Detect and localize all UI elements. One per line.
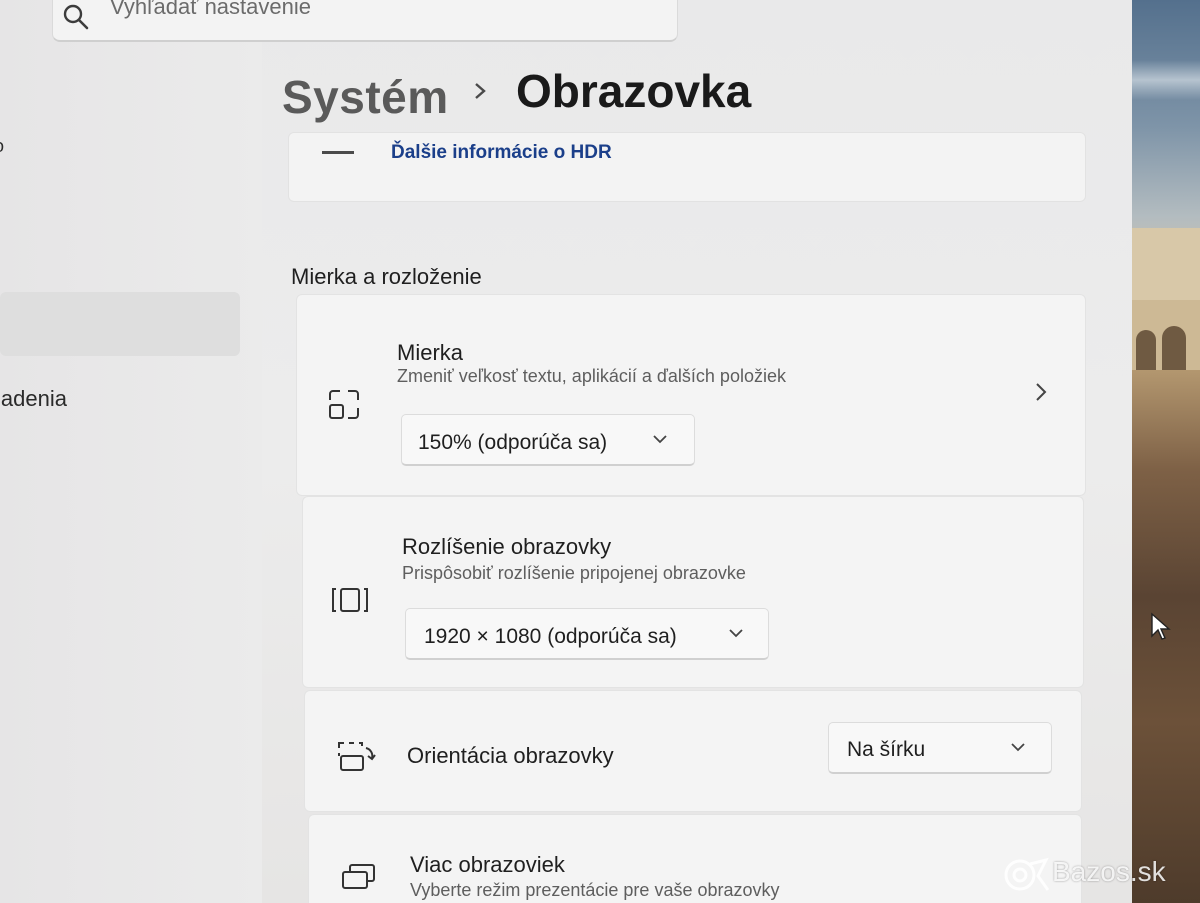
scale-subtitle: Zmeniť veľkosť textu, aplikácií a ďalšíc… — [397, 366, 786, 386]
scale-dropdown-value: 150% (odporúča sa) — [418, 431, 608, 454]
chevron-right-icon — [475, 83, 486, 99]
search-icon — [63, 4, 89, 30]
orientation-dropdown-value: Na šírku — [847, 738, 926, 761]
chevron-right-icon[interactable] — [1034, 381, 1048, 403]
resolution-title: Rozlíšenie obrazovky — [402, 534, 612, 559]
multiple-displays-icon — [342, 864, 375, 889]
hdr-icon — [322, 151, 354, 154]
multiple-displays-title: Viac obrazoviek — [410, 852, 565, 877]
watermark-logo — [1004, 857, 1050, 891]
hdr-info-link[interactable]: Ďalšie informácie o HDR — [391, 142, 612, 164]
section-title: Mierka a rozloženie — [291, 264, 482, 289]
chevron-down-icon — [653, 435, 667, 444]
page-title: Obrazovka — [516, 65, 752, 117]
nav-item-selected[interactable] — [0, 292, 240, 356]
chevron-down-icon — [729, 629, 743, 638]
search-placeholder: Vyhľadať nastavenie — [110, 0, 311, 19]
wallpaper-cloud — [1132, 60, 1200, 100]
breadcrumb-system[interactable]: Systém — [282, 70, 449, 124]
mouse-cursor-icon — [1151, 612, 1171, 640]
nav-item-partial[interactable]: o — [0, 136, 8, 156]
scale-title: Mierka — [397, 340, 464, 365]
watermark-text: Bazos.sk — [1052, 856, 1166, 887]
resolution-subtitle: Prispôsobiť rozlíšenie pripojenej obrazo… — [402, 563, 746, 583]
orientation-title: Orientácia obrazovky — [407, 743, 614, 768]
chevron-down-icon — [1011, 743, 1025, 752]
multiple-displays-subtitle: Vyberte režim prezentácie pre vaše obraz… — [410, 880, 780, 900]
resolution-icon — [332, 588, 368, 612]
wallpaper-arches — [1132, 300, 1200, 370]
resolution-dropdown-value: 1920 × 1080 (odporúča sa) — [424, 625, 677, 648]
orientation-icon — [338, 742, 376, 771]
nav-item-devices[interactable]: iadenia — [0, 386, 67, 412]
scale-icon — [329, 390, 359, 419]
navigation-pane — [0, 0, 262, 903]
desktop-wallpaper — [1132, 0, 1200, 903]
